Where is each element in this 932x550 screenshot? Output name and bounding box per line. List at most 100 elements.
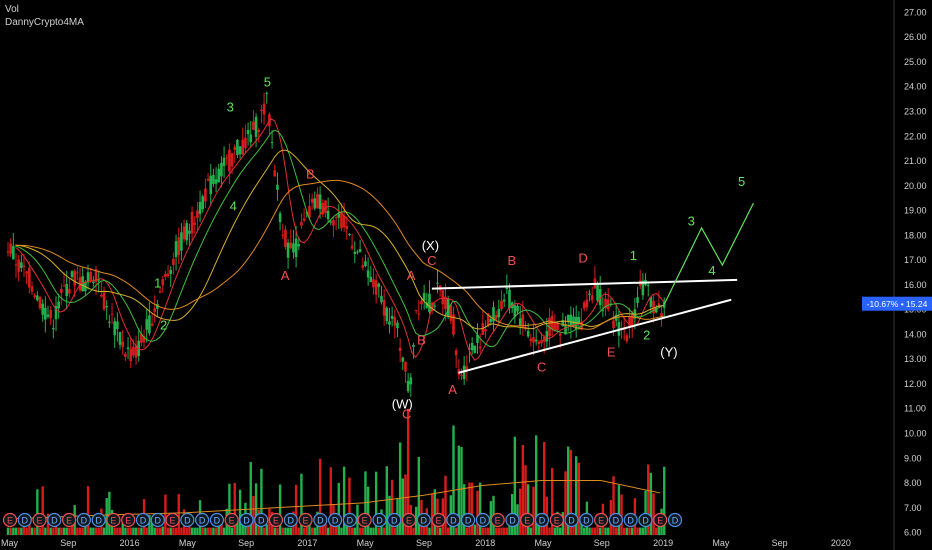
candle-body [420, 300, 423, 305]
candle-body [118, 332, 122, 345]
x-tick-label: May [357, 538, 375, 548]
y-tick-label: 24.00 [904, 82, 927, 92]
candle-body [377, 283, 381, 287]
y-tick-label: 23.00 [904, 107, 927, 117]
volume-bar [78, 527, 82, 536]
volume-bar [116, 527, 119, 536]
volume-bar [369, 527, 372, 536]
y-tick-label: 18.00 [904, 230, 927, 240]
volume-bar [102, 527, 106, 536]
volume-bar [478, 482, 482, 536]
event-marker-label: D [539, 516, 546, 526]
volume-bar [623, 527, 626, 536]
candle-body [68, 289, 71, 294]
volume-bar [607, 527, 610, 536]
candle-body [113, 321, 117, 336]
candle-body [334, 217, 338, 219]
candle-body [558, 333, 562, 336]
volume-bar [615, 527, 618, 536]
wave-label: 4 [708, 263, 715, 278]
candle-body [150, 323, 154, 326]
volume-bar [393, 527, 397, 536]
volume-bar [382, 527, 386, 536]
candle-body [38, 296, 42, 309]
volume-bar [412, 527, 415, 536]
volume-bar [145, 527, 148, 536]
candle-body [441, 290, 445, 305]
moving-average-line [15, 149, 664, 330]
event-marker-label: D [140, 516, 147, 526]
volume-bar [166, 527, 170, 536]
volume-bar [625, 527, 629, 536]
candle-body [433, 305, 437, 307]
candle-body [17, 259, 20, 272]
volume-bar [438, 527, 442, 536]
volume-bar [518, 488, 522, 536]
event-marker-label: D [81, 516, 88, 526]
candle-body [193, 222, 197, 225]
candle-body [374, 280, 378, 295]
candle-body [174, 241, 178, 258]
volume-bar [129, 527, 132, 536]
candle-body [310, 198, 314, 203]
x-tick-label: Sep [772, 538, 788, 548]
y-tick-label: 6.00 [904, 528, 922, 538]
volume-bar [14, 527, 18, 536]
x-tick-label: 2019 [653, 538, 673, 548]
volume-bar [180, 527, 183, 536]
volume-bar [44, 527, 47, 536]
volume-bar [462, 484, 466, 536]
volume-bar [76, 527, 79, 536]
candle-body [201, 196, 205, 210]
candle-body [393, 317, 397, 326]
x-tick-label: 2018 [475, 538, 495, 548]
chart-root: { "header": { "line1": "Vol", "line2": "… [0, 0, 932, 550]
y-tick-label: 8.00 [904, 478, 922, 488]
candle-body [108, 321, 111, 323]
candle-body [646, 284, 650, 286]
candle-body [102, 292, 106, 310]
volume-bar [294, 484, 298, 536]
x-tick-label: May [1, 538, 19, 548]
candle-body [428, 293, 431, 312]
volume-bar [161, 526, 164, 536]
candle-body [6, 251, 10, 253]
x-tick-label: May [712, 538, 730, 548]
volume-bar [446, 527, 450, 536]
event-marker-label: D [450, 516, 457, 526]
volume-bar [41, 486, 44, 536]
candle-body [262, 103, 266, 115]
x-tick-label: Sep [416, 538, 432, 548]
candle-body [401, 357, 405, 362]
candle-body [350, 245, 354, 249]
event-marker-label: D [672, 516, 679, 526]
volume-bar [577, 462, 581, 536]
event-marker-label: D [613, 516, 620, 526]
candle-body [380, 295, 383, 303]
candle-body [230, 153, 234, 167]
candle-body [14, 264, 18, 266]
volume-bar [57, 527, 60, 536]
event-marker-label: D [642, 516, 649, 526]
candle-body [422, 293, 426, 301]
candle-body [110, 313, 114, 315]
volume-bar [470, 482, 474, 536]
volume-bar [377, 527, 380, 536]
volume-bar [641, 527, 645, 536]
candle-body [276, 184, 279, 190]
volume-bar [326, 527, 330, 536]
candle-body [489, 318, 493, 322]
event-marker-label: E [229, 516, 235, 526]
event-marker-label: D [347, 516, 354, 526]
event-marker-label: E [66, 516, 72, 526]
volume-bar [593, 527, 597, 536]
wave-label: E [607, 345, 616, 360]
event-marker-label: D [258, 516, 265, 526]
event-marker-label: E [303, 516, 309, 526]
volume-bar [262, 527, 266, 536]
candle-body [313, 198, 317, 209]
volume-bar [553, 527, 557, 536]
volume-bar [9, 527, 12, 536]
event-marker-label: E [598, 516, 604, 526]
event-marker-label: D [243, 516, 250, 526]
